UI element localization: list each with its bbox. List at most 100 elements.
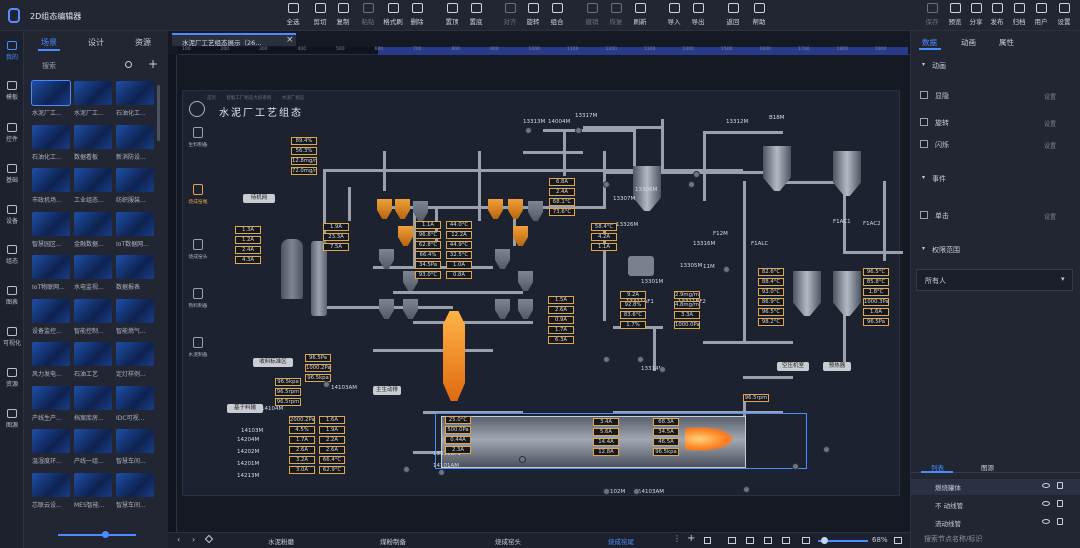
flow-icon[interactable] [728,537,736,544]
template-thumbnail[interactable] [74,385,112,410]
template-thumbnail[interactable] [32,472,70,497]
template-thumbnail[interactable] [116,472,154,497]
template-thumbnail[interactable] [74,81,112,105]
scene-button[interactable]: 主生动排 [373,386,401,395]
template-thumbnail[interactable] [74,298,112,323]
motor-icon[interactable] [693,171,700,178]
table-icon[interactable] [782,537,790,544]
select-all-button[interactable]: 全选 [279,3,307,26]
rail-item-charts[interactable]: 图表 [0,286,24,306]
export-button[interactable]: 导出 [684,3,712,26]
grid-icon[interactable] [704,537,711,544]
template-thumbnail[interactable] [74,168,112,192]
refresh-button[interactable]: 刷新 [626,3,654,26]
section-event-toggle-icon[interactable]: ▾ [922,174,925,181]
template-thumbnail[interactable] [32,342,70,366]
lock-icon[interactable] [1057,518,1063,525]
silo-tank[interactable] [763,146,791,191]
tab-data[interactable]: 数据 [922,37,937,48]
silo-tank[interactable] [793,271,821,316]
template-thumbnail[interactable] [116,168,154,192]
delete-button[interactable]: 删除 [403,3,431,26]
motor-icon[interactable] [603,488,610,495]
template-thumbnail[interactable] [74,342,112,366]
search-icon[interactable] [125,61,132,68]
scene-nav-item[interactable]: 烧成窑尾 [185,184,211,205]
motor-icon[interactable] [603,181,610,188]
template-thumbnail[interactable] [32,124,70,149]
motor-icon[interactable] [525,127,532,134]
anim-checkbox[interactable] [920,140,928,148]
tab-layers-source[interactable]: 图源 [981,462,994,472]
rail-item-template[interactable]: 模板 [0,81,24,101]
event-click-setting[interactable]: 设置 [1044,212,1056,221]
scene-button[interactable]: 待机网 [243,194,275,203]
cyclone-preheater[interactable] [379,299,394,319]
cyclone-preheater[interactable] [508,199,523,219]
cyclone-preheater[interactable] [398,226,413,246]
template-thumbnail[interactable] [31,80,71,106]
tree-icon[interactable] [746,537,754,544]
layer-row[interactable]: 燃烧罐体 [911,479,1080,495]
motor-icon[interactable] [575,127,582,134]
paste-button[interactable]: 粘贴 [354,3,382,26]
section-anim-toggle-icon[interactable]: ▾ [922,61,925,68]
scene-nav-item[interactable]: 生料制备 [185,127,211,148]
tab-animation[interactable]: 动画 [961,37,976,48]
template-thumbnail[interactable] [74,255,112,279]
section-perm-toggle-icon[interactable]: ▾ [922,245,925,252]
tab-scenes[interactable]: 场景 [41,37,57,48]
scene-nav-item[interactable]: 水泥制备 [185,337,211,358]
template-thumbnail[interactable] [32,211,70,236]
scene-button[interactable]: 预热器 [823,362,851,371]
template-thumbnail[interactable] [74,124,112,149]
nav-next-icon[interactable]: › [192,535,195,544]
crusher[interactable] [628,256,654,276]
page-tab[interactable]: 水泥粉磨 [268,536,294,546]
template-thumbnail[interactable] [32,385,70,410]
section-event[interactable]: 事件 [932,174,946,184]
motor-icon[interactable] [792,463,799,470]
page-tab[interactable]: 煤粉制备 [380,536,406,546]
event-click-checkbox[interactable] [920,211,928,219]
cyclone-preheater[interactable] [518,299,533,319]
motor-icon[interactable] [633,488,640,495]
section-permission[interactable]: 权限范围 [932,245,960,255]
layers-icon[interactable] [764,537,772,544]
motor-icon[interactable] [603,356,610,363]
search-input[interactable]: 搜索 [42,61,56,71]
user-button[interactable]: 用户 [1030,3,1052,26]
cyclone-preheater[interactable] [395,199,410,219]
template-thumbnail[interactable] [32,429,70,453]
settings-button[interactable]: 设置 [1053,3,1075,26]
close-icon[interactable]: × [286,35,294,45]
motor-icon[interactable] [637,356,644,363]
eye-icon[interactable] [1042,501,1050,506]
cyclone-preheater[interactable] [518,271,533,291]
anim-checkbox[interactable] [920,91,928,99]
scene-nav-item[interactable]: 熟料制备 [185,288,211,309]
template-thumbnail[interactable] [116,385,154,410]
add-page-icon[interactable]: + [687,533,695,544]
cyclone-preheater[interactable] [495,299,510,319]
send-back-button[interactable]: 置底 [462,3,490,26]
motor-icon[interactable] [688,181,695,188]
scene-button[interactable]: 收料标准区 [253,358,293,367]
scene-button[interactable]: 基于料输 [227,404,263,413]
nav-prev-icon[interactable]: ‹ [177,535,180,544]
template-thumbnail[interactable] [116,429,154,453]
cyclone-preheater[interactable] [403,299,418,319]
cyclone-preheater[interactable] [528,201,543,221]
preview-button[interactable]: 预览 [944,3,966,26]
template-thumbnail[interactable] [74,429,112,453]
anim-setting[interactable]: 设置 [1044,92,1056,101]
scene-nav-item[interactable]: 烧成窑头 [185,239,211,260]
add-icon[interactable]: + [148,57,158,71]
anim-setting[interactable]: 设置 [1044,141,1056,150]
doc-tab[interactable]: 水泥厂工艺组态展示（26... × [172,33,296,47]
zoom-slider-handle[interactable] [821,537,828,544]
more-icon[interactable]: ⋮ [673,534,681,543]
fit-screen-icon[interactable] [894,537,902,544]
template-thumbnail[interactable] [116,255,154,279]
image-icon[interactable] [802,537,810,544]
